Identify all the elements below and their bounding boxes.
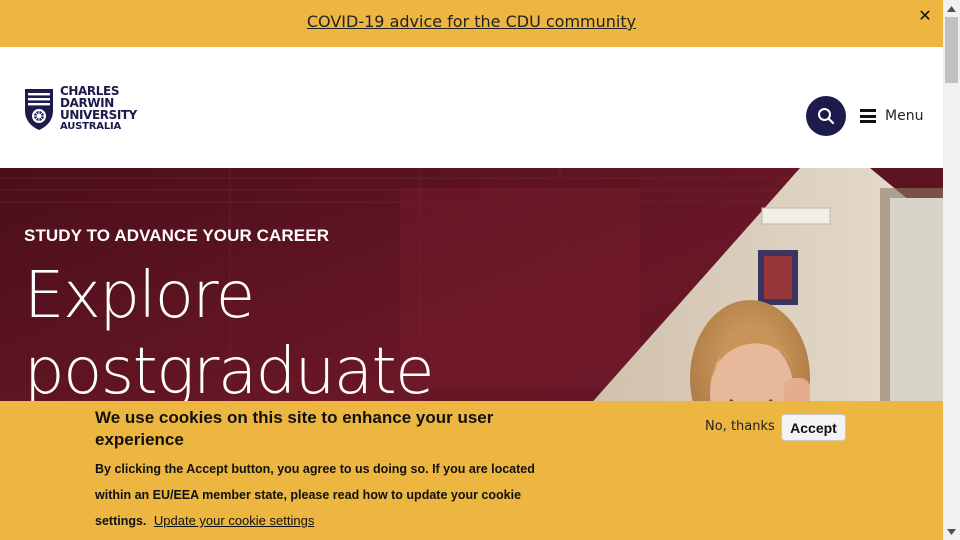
cookie-title: We use cookies on this site to enhance y… xyxy=(95,408,494,449)
scroll-up-arrow-icon[interactable] xyxy=(943,0,960,17)
university-logo[interactable]: CHARLES DARWIN UNIVERSITY AUSTRALIA xyxy=(24,85,148,133)
logo-line-3: UNIVERSITY xyxy=(60,108,137,122)
menu-button[interactable]: Menu xyxy=(860,107,923,125)
hero-title: Explore postgraduate xyxy=(24,258,584,410)
menu-label: Menu xyxy=(885,108,924,124)
alert-bar: COVID-19 advice for the CDU community ✕ xyxy=(0,0,943,47)
hero-eyebrow: STUDY TO ADVANCE YOUR CAREER xyxy=(24,226,330,245)
no-thanks-button[interactable]: No, thanks xyxy=(705,419,775,434)
crest-icon xyxy=(25,89,53,130)
hero-title-line-2: postgraduate xyxy=(24,335,435,409)
page-viewport: COVID-19 advice for the CDU community ✕ … xyxy=(0,0,943,540)
hero-title-line-1: Explore xyxy=(24,259,255,333)
vertical-scrollbar[interactable] xyxy=(943,0,960,540)
search-button[interactable] xyxy=(806,96,846,136)
logo-wordmark: CHARLES DARWIN UNIVERSITY AUSTRALIA xyxy=(60,85,137,133)
scroll-down-arrow-icon[interactable] xyxy=(943,523,960,540)
cookie-banner: We use cookies on this site to enhance y… xyxy=(0,401,943,540)
accept-button[interactable]: Accept xyxy=(781,414,846,441)
cookie-settings-link[interactable]: Update your cookie settings xyxy=(154,513,314,528)
search-icon xyxy=(818,108,835,125)
logo-line-4: AUSTRALIA xyxy=(60,121,122,132)
scrollbar-thumb[interactable] xyxy=(945,17,958,83)
cookie-body: By clicking the Accept button, you agree… xyxy=(95,457,555,535)
close-icon[interactable]: ✕ xyxy=(916,7,934,25)
covid-advice-link[interactable]: COVID-19 advice for the CDU community xyxy=(0,12,943,31)
site-header: CHARLES DARWIN UNIVERSITY AUSTRALIA Menu xyxy=(0,47,943,168)
hamburger-icon xyxy=(860,109,876,123)
